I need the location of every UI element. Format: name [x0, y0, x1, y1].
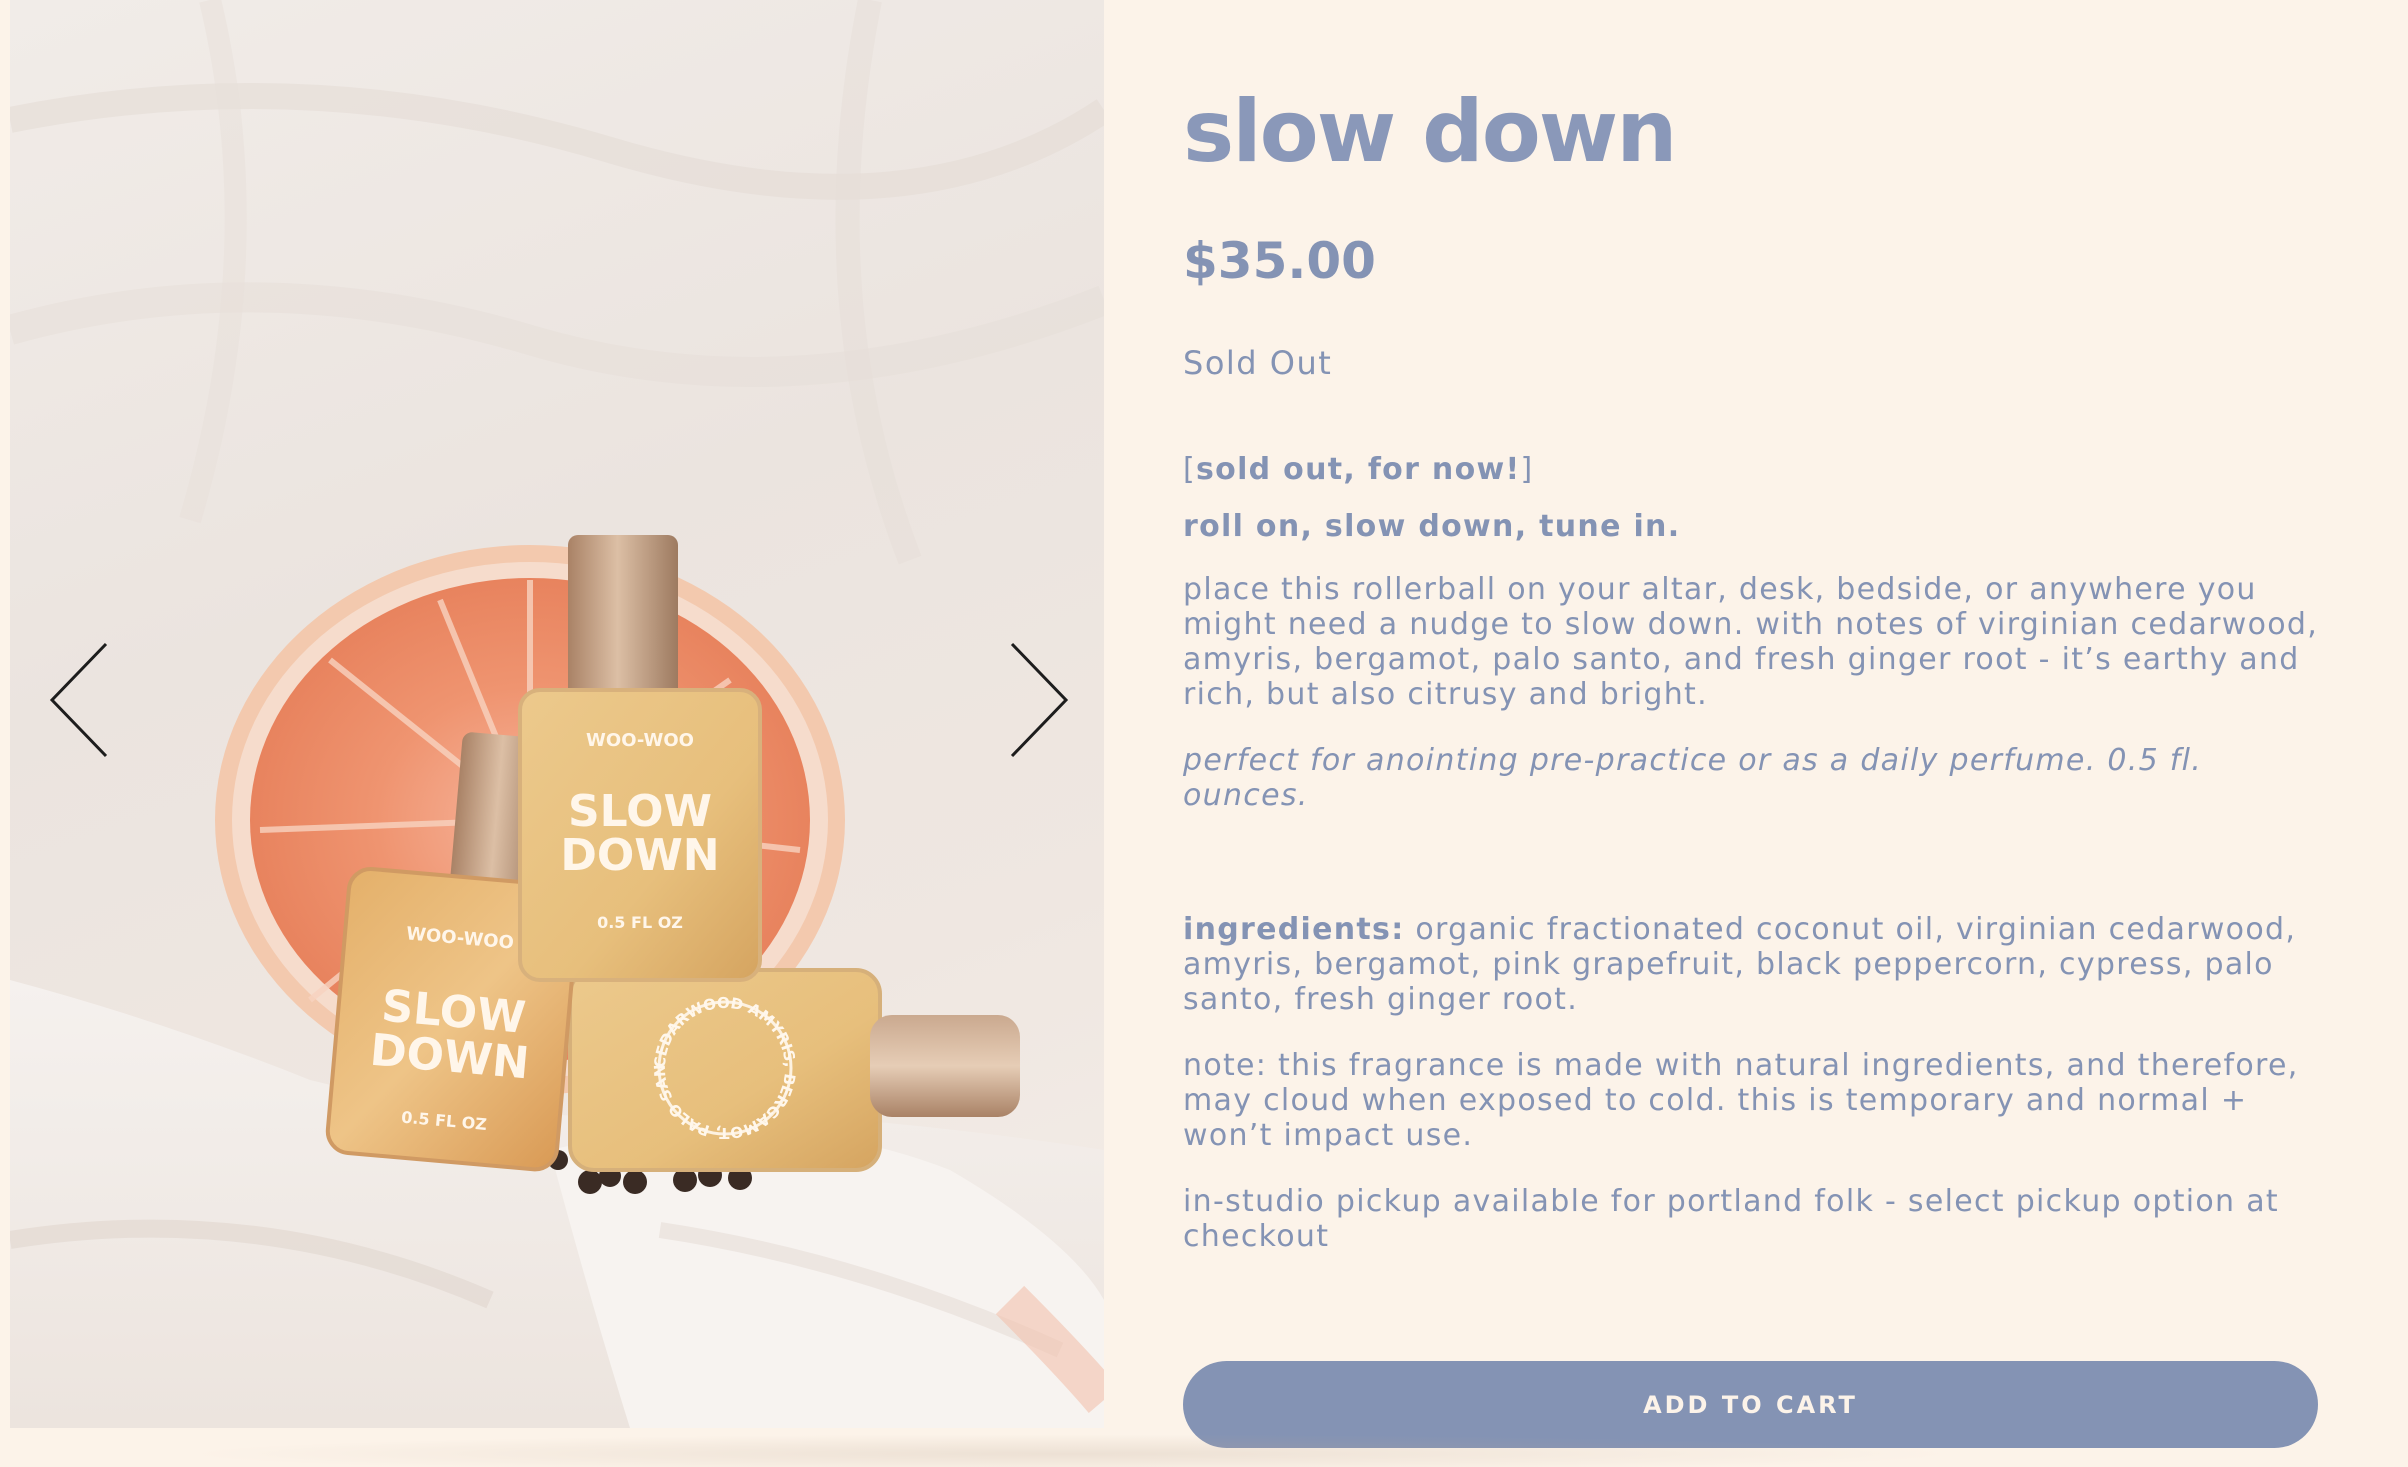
description-body: place this rollerball on your altar, des… — [1183, 572, 2319, 712]
fragrance-note: note: this fragrance is made with natura… — [1183, 1048, 2299, 1153]
product-title: slow down — [1183, 82, 1677, 182]
ingredients: ingredients: organic fractionated coconu… — [1183, 912, 2323, 1017]
svg-text:0.5 FL OZ: 0.5 FL OZ — [597, 913, 683, 932]
tagline: roll on, slow down, tune in. — [1183, 509, 1681, 544]
chevron-right-icon — [1010, 642, 1069, 758]
stock-status: Sold Out — [1183, 344, 1333, 382]
product-image-gallery[interactable]: CEDARWOOD AMYRIS, BERGAMOT, PALO SANTO, … — [10, 0, 1104, 1428]
sold-out-note: [sold out, for now!] — [1183, 452, 1534, 487]
usage-note: perfect for anointing pre-practice or as… — [1183, 743, 2203, 813]
product-photo: CEDARWOOD AMYRIS, BERGAMOT, PALO SANTO, … — [10, 0, 1104, 1428]
product-description: [sold out, for now!] roll on, slow down,… — [1183, 452, 2323, 1254]
svg-text:WOO-WOO: WOO-WOO — [586, 730, 694, 751]
next-image-button[interactable] — [1000, 640, 1070, 760]
chevron-left-icon — [49, 642, 108, 758]
product-price: $35.00 — [1183, 232, 1376, 290]
svg-text:DOWN: DOWN — [560, 830, 719, 881]
previous-image-button[interactable] — [48, 640, 118, 760]
ingredients-label: ingredients: — [1183, 912, 1405, 947]
product-page: CEDARWOOD AMYRIS, BERGAMOT, PALO SANTO, … — [0, 0, 2408, 1467]
pickup-note: in-studio pickup available for portland … — [1183, 1184, 2279, 1254]
bottom-shadow — [180, 1434, 1960, 1467]
